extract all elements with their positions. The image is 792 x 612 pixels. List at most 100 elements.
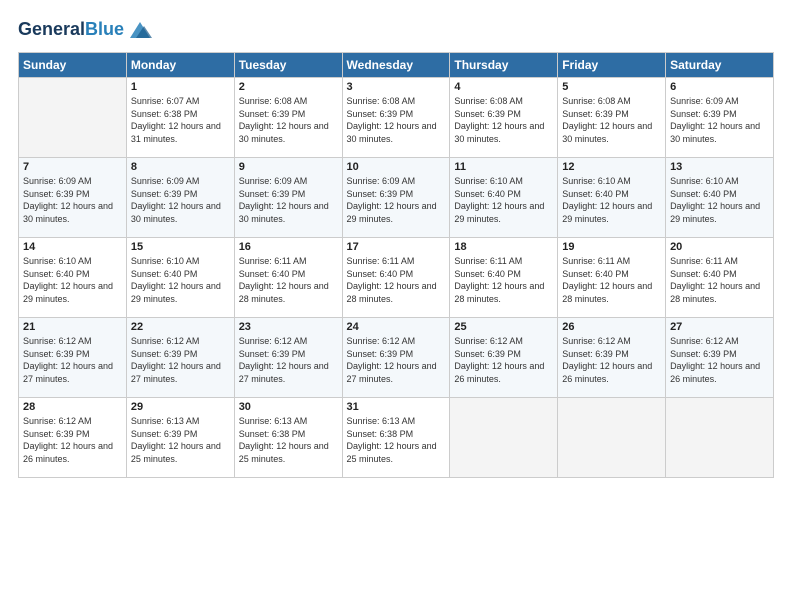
calendar-cell: 15 Sunrise: 6:10 AMSunset: 6:40 PMDayligh… <box>126 238 234 318</box>
day-info: Sunrise: 6:11 AMSunset: 6:40 PMDaylight:… <box>347 255 446 305</box>
calendar-cell: 22 Sunrise: 6:12 AMSunset: 6:39 PMDayligh… <box>126 318 234 398</box>
day-number: 6 <box>670 81 769 93</box>
day-number: 28 <box>23 401 122 413</box>
calendar-cell <box>19 78 127 158</box>
calendar-cell: 14 Sunrise: 6:10 AMSunset: 6:40 PMDayligh… <box>19 238 127 318</box>
day-number: 27 <box>670 321 769 333</box>
calendar-cell: 31Sunrise: 6:13 AMSunset: 6:38 PMDayligh… <box>342 398 450 478</box>
calendar-cell: 4 Sunrise: 6:08 AMSunset: 6:39 PMDaylight… <box>450 78 558 158</box>
day-number: 22 <box>131 321 230 333</box>
calendar-cell: 9 Sunrise: 6:09 AMSunset: 6:39 PMDaylight… <box>234 158 342 238</box>
day-number: 10 <box>347 161 446 173</box>
day-info: Sunrise: 6:07 AMSunset: 6:38 PMDaylight:… <box>131 95 230 145</box>
calendar-cell: 18 Sunrise: 6:11 AMSunset: 6:40 PMDayligh… <box>450 238 558 318</box>
calendar-cell: 21 Sunrise: 6:12 AMSunset: 6:39 PMDayligh… <box>19 318 127 398</box>
day-number: 29 <box>131 401 230 413</box>
day-info: Sunrise: 6:13 AMSunset: 6:38 PMDaylight:… <box>347 415 446 465</box>
day-info: Sunrise: 6:10 AMSunset: 6:40 PMDaylight:… <box>131 255 230 305</box>
calendar-cell: 11 Sunrise: 6:10 AMSunset: 6:40 PMDayligh… <box>450 158 558 238</box>
calendar-cell: 5 Sunrise: 6:08 AMSunset: 6:39 PMDaylight… <box>558 78 666 158</box>
weekday-header-saturday: Saturday <box>666 53 774 78</box>
day-info: Sunrise: 6:11 AMSunset: 6:40 PMDaylight:… <box>562 255 661 305</box>
day-info: Sunrise: 6:08 AMSunset: 6:39 PMDaylight:… <box>347 95 446 145</box>
day-info: Sunrise: 6:08 AMSunset: 6:39 PMDaylight:… <box>562 95 661 145</box>
calendar-cell: 7 Sunrise: 6:09 AMSunset: 6:39 PMDaylight… <box>19 158 127 238</box>
logo-text: GeneralBlue <box>18 20 124 40</box>
day-number: 20 <box>670 241 769 253</box>
calendar-cell: 19 Sunrise: 6:11 AMSunset: 6:40 PMDayligh… <box>558 238 666 318</box>
calendar-cell: 8 Sunrise: 6:09 AMSunset: 6:39 PMDaylight… <box>126 158 234 238</box>
day-info: Sunrise: 6:12 AMSunset: 6:39 PMDaylight:… <box>347 335 446 385</box>
day-info: Sunrise: 6:09 AMSunset: 6:39 PMDaylight:… <box>131 175 230 225</box>
logo: GeneralBlue <box>18 16 154 44</box>
calendar-cell: 23Sunrise: 6:12 AMSunset: 6:39 PMDayligh… <box>234 318 342 398</box>
calendar-cell <box>450 398 558 478</box>
day-number: 30 <box>239 401 338 413</box>
calendar-cell <box>558 398 666 478</box>
day-info: Sunrise: 6:09 AMSunset: 6:39 PMDaylight:… <box>670 95 769 145</box>
weekday-header-tuesday: Tuesday <box>234 53 342 78</box>
weekday-header-monday: Monday <box>126 53 234 78</box>
calendar-cell: 16 Sunrise: 6:11 AMSunset: 6:40 PMDayligh… <box>234 238 342 318</box>
day-info: Sunrise: 6:11 AMSunset: 6:40 PMDaylight:… <box>239 255 338 305</box>
day-number: 16 <box>239 241 338 253</box>
day-number: 17 <box>347 241 446 253</box>
day-number: 9 <box>239 161 338 173</box>
day-info: Sunrise: 6:11 AMSunset: 6:40 PMDaylight:… <box>454 255 553 305</box>
calendar-cell: 6 Sunrise: 6:09 AMSunset: 6:39 PMDaylight… <box>666 78 774 158</box>
day-number: 18 <box>454 241 553 253</box>
weekday-header-sunday: Sunday <box>19 53 127 78</box>
calendar-cell: 1 Sunrise: 6:07 AMSunset: 6:38 PMDaylight… <box>126 78 234 158</box>
day-info: Sunrise: 6:10 AMSunset: 6:40 PMDaylight:… <box>454 175 553 225</box>
day-info: Sunrise: 6:12 AMSunset: 6:39 PMDaylight:… <box>239 335 338 385</box>
day-info: Sunrise: 6:09 AMSunset: 6:39 PMDaylight:… <box>347 175 446 225</box>
day-number: 19 <box>562 241 661 253</box>
day-info: Sunrise: 6:09 AMSunset: 6:39 PMDaylight:… <box>239 175 338 225</box>
day-number: 3 <box>347 81 446 93</box>
weekday-header-wednesday: Wednesday <box>342 53 450 78</box>
calendar-cell <box>666 398 774 478</box>
day-info: Sunrise: 6:10 AMSunset: 6:40 PMDaylight:… <box>670 175 769 225</box>
day-info: Sunrise: 6:10 AMSunset: 6:40 PMDaylight:… <box>23 255 122 305</box>
day-number: 7 <box>23 161 122 173</box>
calendar-cell: 26 Sunrise: 6:12 AMSunset: 6:39 PMDayligh… <box>558 318 666 398</box>
calendar-cell: 30Sunrise: 6:13 AMSunset: 6:38 PMDayligh… <box>234 398 342 478</box>
day-info: Sunrise: 6:09 AMSunset: 6:39 PMDaylight:… <box>23 175 122 225</box>
day-info: Sunrise: 6:12 AMSunset: 6:39 PMDaylight:… <box>454 335 553 385</box>
day-info: Sunrise: 6:11 AMSunset: 6:40 PMDaylight:… <box>670 255 769 305</box>
day-info: Sunrise: 6:08 AMSunset: 6:39 PMDaylight:… <box>454 95 553 145</box>
day-number: 5 <box>562 81 661 93</box>
day-number: 4 <box>454 81 553 93</box>
day-info: Sunrise: 6:12 AMSunset: 6:39 PMDaylight:… <box>131 335 230 385</box>
day-number: 24 <box>347 321 446 333</box>
calendar-cell: 12 Sunrise: 6:10 AMSunset: 6:40 PMDayligh… <box>558 158 666 238</box>
day-info: Sunrise: 6:12 AMSunset: 6:39 PMDaylight:… <box>23 415 122 465</box>
day-number: 15 <box>131 241 230 253</box>
day-number: 25 <box>454 321 553 333</box>
day-info: Sunrise: 6:12 AMSunset: 6:39 PMDaylight:… <box>562 335 661 385</box>
weekday-header-thursday: Thursday <box>450 53 558 78</box>
day-number: 26 <box>562 321 661 333</box>
day-number: 12 <box>562 161 661 173</box>
day-number: 8 <box>131 161 230 173</box>
calendar-table: SundayMondayTuesdayWednesdayThursdayFrid… <box>18 52 774 478</box>
day-info: Sunrise: 6:12 AMSunset: 6:39 PMDaylight:… <box>670 335 769 385</box>
day-info: Sunrise: 6:12 AMSunset: 6:39 PMDaylight:… <box>23 335 122 385</box>
calendar-cell: 25 Sunrise: 6:12 AMSunset: 6:39 PMDayligh… <box>450 318 558 398</box>
calendar-cell: 24 Sunrise: 6:12 AMSunset: 6:39 PMDayligh… <box>342 318 450 398</box>
day-info: Sunrise: 6:10 AMSunset: 6:40 PMDaylight:… <box>562 175 661 225</box>
calendar-cell: 28 Sunrise: 6:12 AMSunset: 6:39 PMDayligh… <box>19 398 127 478</box>
day-number: 21 <box>23 321 122 333</box>
day-number: 2 <box>239 81 338 93</box>
calendar-cell: 20 Sunrise: 6:11 AMSunset: 6:40 PMDayligh… <box>666 238 774 318</box>
day-number: 11 <box>454 161 553 173</box>
day-number: 1 <box>131 81 230 93</box>
calendar-cell: 3 Sunrise: 6:08 AMSunset: 6:39 PMDaylight… <box>342 78 450 158</box>
day-info: Sunrise: 6:08 AMSunset: 6:39 PMDaylight:… <box>239 95 338 145</box>
calendar-cell: 13 Sunrise: 6:10 AMSunset: 6:40 PMDayligh… <box>666 158 774 238</box>
day-number: 13 <box>670 161 769 173</box>
weekday-header-friday: Friday <box>558 53 666 78</box>
day-number: 14 <box>23 241 122 253</box>
calendar-cell: 2 Sunrise: 6:08 AMSunset: 6:39 PMDaylight… <box>234 78 342 158</box>
calendar-cell: 29Sunrise: 6:13 AMSunset: 6:39 PMDayligh… <box>126 398 234 478</box>
